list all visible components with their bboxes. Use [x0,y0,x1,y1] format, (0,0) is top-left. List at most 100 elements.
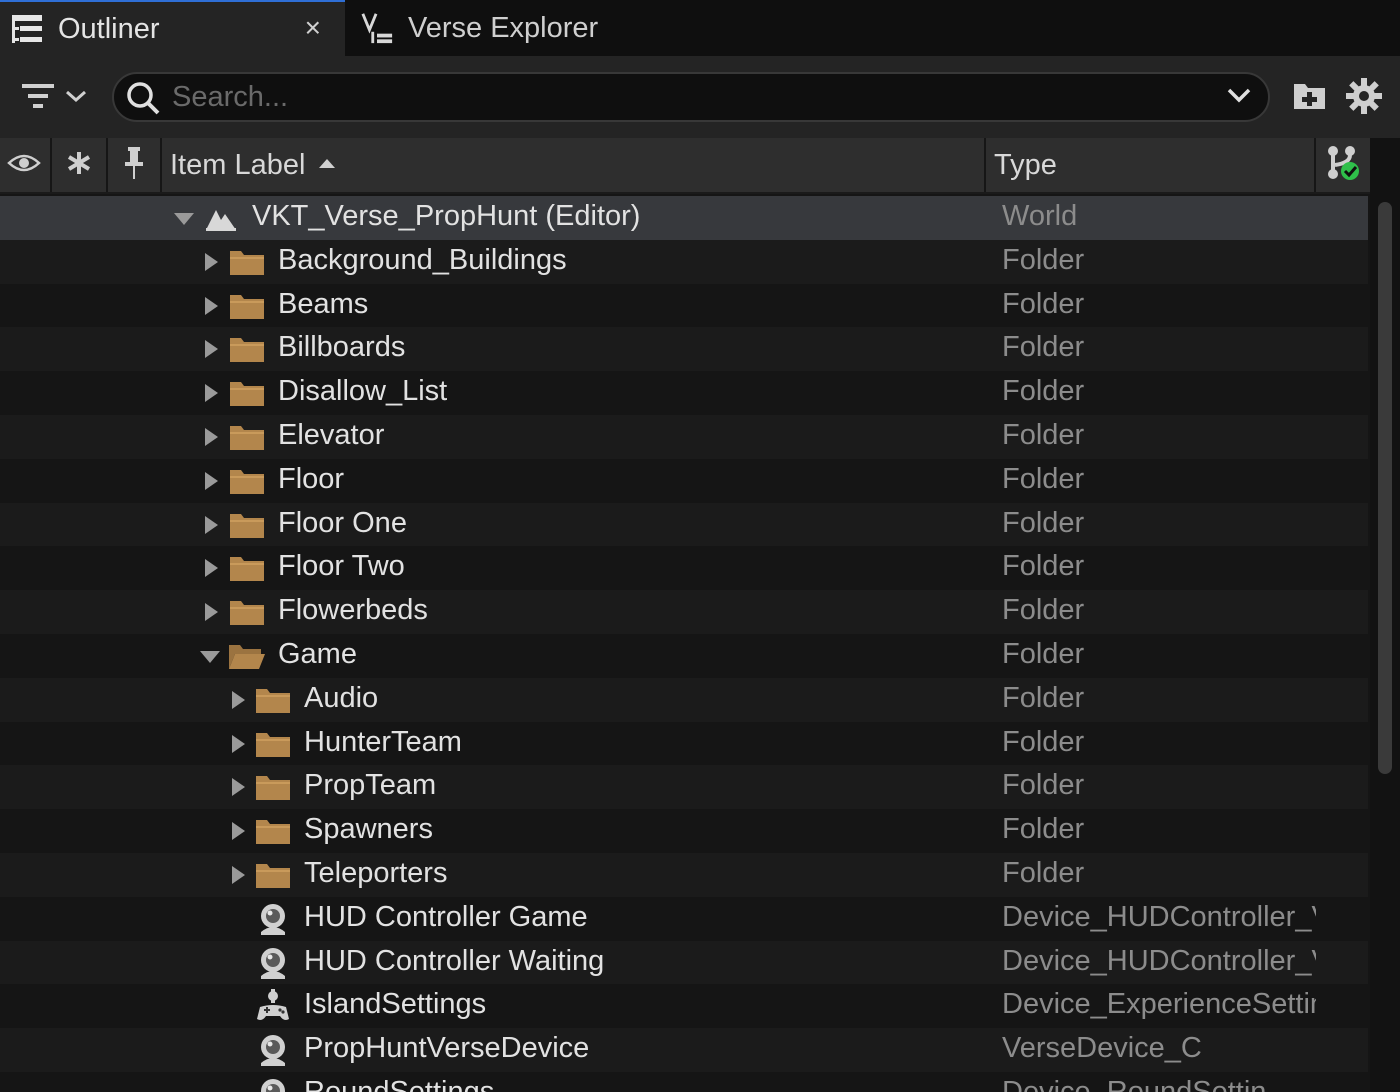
chevron-down-icon[interactable] [174,209,194,225]
tree-row[interactable]: Floor Folder [0,458,1368,503]
outliner-icon [10,12,44,46]
chevron-right-icon[interactable] [232,778,245,797]
toolbar [0,56,1400,138]
eye-icon [7,151,41,180]
row-type: VerseDevice_C [1002,1032,1202,1065]
type-column[interactable]: Type [994,138,1310,192]
chevron-right-icon[interactable] [205,296,218,315]
row-label: Disallow_List [278,375,448,408]
row-label: Teleporters [304,856,448,889]
folder-icon [228,551,266,585]
row-label: Flowerbeds [278,594,428,627]
row-label: Background_Buildings [278,243,567,276]
folder-icon [254,858,292,892]
folder-icon [254,683,292,717]
scrollbar-thumb[interactable] [1378,202,1392,774]
tree-row[interactable]: Spawners Folder [0,809,1368,853]
search-box [112,72,1270,122]
tree-row[interactable]: Teleporters Folder [0,852,1368,897]
filter-dropdown-button[interactable] [20,78,96,118]
tab-verse-explorer[interactable]: Verse Explorer [350,0,710,56]
chevron-right-icon[interactable] [232,690,245,709]
tree-row[interactable]: Billboards Folder [0,327,1368,372]
folder-open-icon [228,639,266,673]
row-label: Floor One [278,506,407,539]
favorites-column[interactable] [52,138,106,192]
source-control-column[interactable] [1316,138,1370,192]
device-icon [254,946,292,980]
tree-row[interactable]: HUD Controller Game Device_HUDController_… [0,896,1368,941]
folder-icon [254,814,292,848]
tree-row[interactable]: PropHuntVerseDevice VerseDevice_C [0,1028,1368,1072]
tree-row[interactable]: Disallow_List Folder [0,371,1368,415]
folder-icon [228,595,266,629]
tree-row[interactable]: Floor One Folder [0,502,1368,547]
pin-column[interactable] [108,138,160,192]
header-corner [1370,138,1400,196]
item-label-header: Item Label [170,148,306,181]
device-icon [254,1033,292,1067]
tab-outliner[interactable]: Outliner × [0,0,345,56]
column-header: Item Label Type [0,138,1370,194]
device-icon [254,902,292,936]
chevron-right-icon[interactable] [205,252,218,271]
chevron-right-icon[interactable] [205,515,218,534]
tree-row[interactable]: RoundSettings Device_RoundSettin [0,1071,1368,1092]
add-folder-icon[interactable] [1292,78,1328,117]
chevron-right-icon[interactable] [232,734,245,753]
row-label: Floor [278,462,345,495]
row-type: Folder [1002,418,1085,451]
visibility-column[interactable] [0,138,48,192]
tree-row[interactable]: Elevator Folder [0,414,1368,459]
filter-icon [20,81,58,116]
row-label: HUD Controller Waiting [304,944,605,977]
tab-bar: Outliner × Verse Explorer [0,0,1400,56]
row-label: PropTeam [304,769,437,802]
item-label-column[interactable]: Item Label [170,138,980,192]
search-input[interactable] [172,77,1212,117]
chevron-right-icon[interactable] [205,559,218,578]
row-type: Folder [1002,594,1085,627]
row-type: Folder [1002,681,1085,714]
close-icon[interactable]: × [305,12,321,44]
row-label: Beams [278,287,369,320]
tree-row[interactable]: Audio Folder [0,677,1368,722]
row-type: Device_ExperienceSettin [1002,988,1316,1021]
source-control-check-icon [1326,145,1360,186]
chevron-right-icon[interactable] [232,865,245,884]
outliner-tree: VKT_Verse_PropHunt (Editor) World Backgrou… [0,196,1368,1092]
tree-row[interactable]: HunterTeam Folder [0,721,1368,766]
tab-verse-explorer-label: Verse Explorer [408,11,599,44]
row-type: Device_HUDController_V [1002,900,1316,933]
chevron-right-icon[interactable] [205,340,218,359]
row-label: Spawners [304,813,433,846]
row-label: IslandSettings [304,988,487,1021]
pin-icon [123,146,145,185]
chevron-down-icon[interactable] [200,647,220,663]
settings-gear-icon[interactable] [1344,76,1384,121]
tree-row[interactable]: Background_Buildings Folder [0,239,1368,284]
tree-row[interactable]: Flowerbeds Folder [0,590,1368,634]
chevron-right-icon[interactable] [205,471,218,490]
row-type: Folder [1002,856,1085,889]
row-type: Folder [1002,637,1085,670]
type-header: Type [994,148,1057,181]
tree-row[interactable]: Game Folder [0,633,1368,678]
row-label: Audio [304,681,379,714]
verse-explorer-icon [360,11,394,45]
tree-row[interactable]: VKT_Verse_PropHunt (Editor) World [0,196,1368,240]
chevron-right-icon[interactable] [205,384,218,403]
tree-row[interactable]: Floor Two Folder [0,546,1368,591]
folder-icon [228,245,266,279]
chevron-right-icon[interactable] [232,822,245,841]
tree-row[interactable]: Beams Folder [0,283,1368,328]
row-type: Folder [1002,725,1085,758]
tree-row[interactable]: PropTeam Folder [0,765,1368,810]
tree-row[interactable]: IslandSettings Device_ExperienceSettin [0,984,1368,1029]
search-options-chevron-icon[interactable] [1226,85,1252,110]
row-label: Floor Two [278,550,405,583]
row-type: Folder [1002,769,1085,802]
chevron-right-icon[interactable] [205,427,218,446]
tree-row[interactable]: HUD Controller Waiting Device_HUDControll… [0,940,1368,985]
chevron-right-icon[interactable] [205,603,218,622]
